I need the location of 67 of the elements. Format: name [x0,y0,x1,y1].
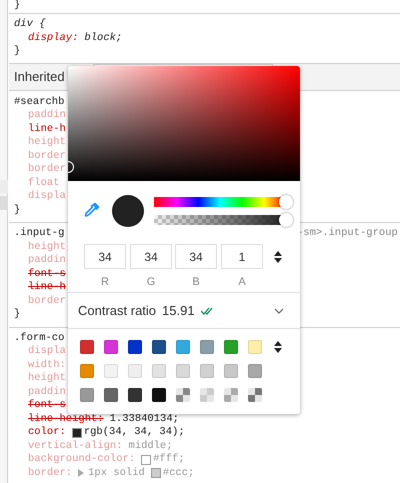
property-name: paddin [28,109,66,122]
property-name: height [28,372,66,386]
color-swatch[interactable] [176,388,190,402]
property-value: #ccc; [162,466,194,480]
property-value: block; [84,32,122,45]
property-value: rgb(34, 34, 34); [84,426,185,440]
brace-text: } [14,204,20,216]
property-name: displa [28,345,66,358]
chevron-down-icon[interactable] [274,308,284,314]
property-name: line-h [28,122,66,136]
slider-thumb[interactable] [279,213,293,227]
color-swatch[interactable] [224,388,238,402]
color-swatch[interactable] [248,388,262,402]
property-name: line-h [28,281,66,294]
property-name: font-s [28,268,66,281]
property-value: middle; [128,440,173,453]
slider-thumb[interactable] [279,195,293,209]
channel-input[interactable]: 34 [130,244,172,269]
double-check-icon [200,306,215,314]
contrast-label: Contrast ratio [78,302,156,320]
color-swatch[interactable] [72,428,82,438]
eyedropper-icon[interactable] [84,202,100,218]
color-gradient-area[interactable] [68,66,300,181]
property-name: paddin [28,254,66,268]
property-name: display: [28,32,78,45]
format-toggle-icon[interactable] [274,251,282,263]
property-name: font-s [28,399,66,412]
expand-icon[interactable] [78,469,84,478]
alpha-slider[interactable] [154,213,294,227]
property-name: border [28,150,66,163]
palette-toggle-icon[interactable] [274,341,282,353]
property-name: height [28,240,66,254]
property-name: displa [28,190,66,204]
channel-input[interactable]: 34 [84,244,126,269]
property-name: float [28,176,60,190]
inherited-label: Inherited [14,70,65,84]
channel-label: G [146,275,156,290]
color-swatch[interactable] [141,454,152,465]
hue-slider[interactable] [154,195,294,209]
selector-text: -sm>.input-group [297,227,398,240]
channel-label: A [237,275,247,290]
selector-text: .input-g [14,227,64,240]
property-name: vertical-align: [28,440,123,453]
channel-label: B [191,275,201,290]
color-swatch[interactable] [200,388,214,402]
property-name: line-height: [28,412,104,426]
color-swatch[interactable] [150,468,161,478]
brace-text: } [14,45,20,57]
property-name: paddin [28,386,66,399]
selector-text: div { [14,18,46,32]
property-name: color: [28,426,66,440]
selector-text: #searchb [14,96,64,109]
channel-label: R [100,275,110,290]
property-name: border: [28,466,72,480]
selector-text: .form-co [14,332,64,345]
property-value: #fff; [153,453,185,466]
contrast-value: 15.91 [162,302,195,320]
property-name: background-color: [28,453,136,466]
channel-input[interactable]: 34 [175,244,217,269]
property-name: width: [28,358,66,372]
property-name: border [28,294,66,308]
brace-text: } [14,308,20,320]
property-name: height [28,136,66,150]
property-value: 1px solid [88,466,145,480]
channel-input[interactable]: 1 [221,244,263,269]
property-value: 1.33840134; [110,412,179,426]
property-name: border [28,163,66,176]
